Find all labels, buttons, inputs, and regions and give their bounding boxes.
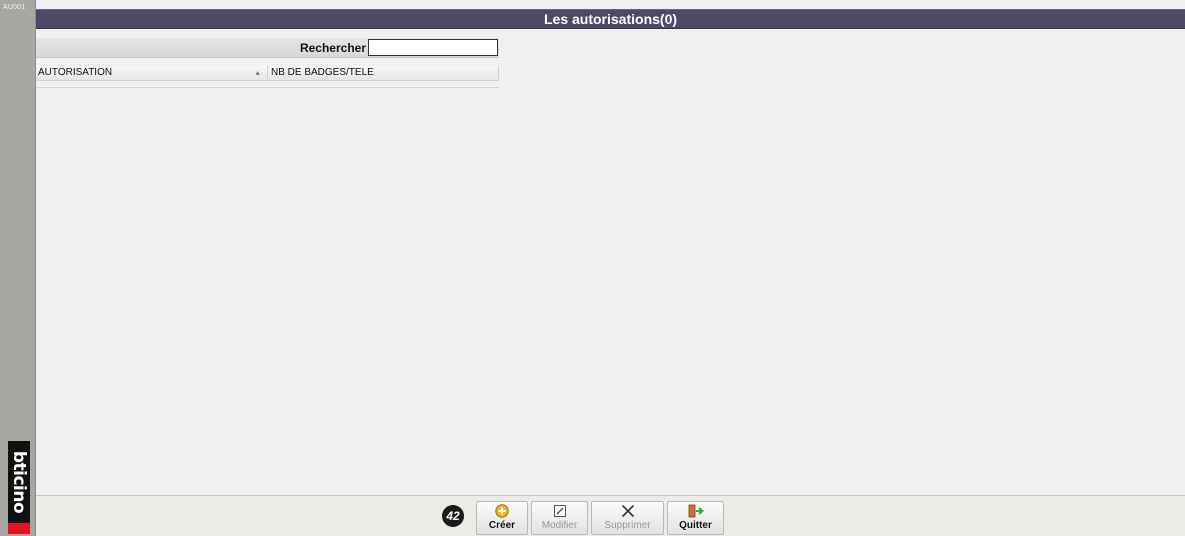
title-bar: Les autorisations(0) — [36, 9, 1185, 29]
modify-button[interactable]: Modifier — [531, 501, 588, 535]
column-header-label: AUTORISATION — [38, 67, 113, 78]
table-empty-body — [36, 87, 499, 88]
logo-red-block — [8, 523, 30, 534]
main-content: Rechercher AUTORISATION ▲ NB DE BADGES/T… — [36, 30, 1185, 495]
page-title: Les autorisations(0) — [543, 11, 678, 27]
exit-door-icon — [688, 504, 704, 518]
plus-circle-icon — [494, 504, 510, 518]
delete-x-icon — [620, 504, 636, 518]
left-side-strip: AU001 bticino — [0, 0, 36, 536]
create-button[interactable]: Créer — [476, 501, 528, 535]
table-header: AUTORISATION ▲ NB DE BADGES/TELE — [36, 66, 499, 81]
modify-button-label: Modifier — [541, 520, 578, 531]
search-label: Rechercher — [299, 41, 366, 55]
edit-icon — [552, 504, 568, 518]
delete-button[interactable]: Supprimer — [591, 501, 664, 535]
column-header-label: NB DE BADGES/TELE — [271, 67, 374, 78]
screen-code: AU001 — [3, 4, 26, 11]
quit-button[interactable]: Quitter — [667, 501, 724, 535]
bticino-logo: bticino — [8, 441, 30, 534]
application-window: AU001 bticino Les autorisations(0) Reche… — [0, 0, 1185, 536]
sort-ascending-icon: ▲ — [254, 70, 261, 77]
search-input[interactable] — [368, 39, 498, 56]
logo-text: bticino — [9, 450, 29, 514]
create-button-label: Créer — [488, 520, 516, 531]
quit-button-label: Quitter — [679, 520, 712, 531]
step-number-badge: 42 — [442, 505, 464, 527]
search-bar: Rechercher — [36, 38, 499, 58]
column-header-nb-badges[interactable]: NB DE BADGES/TELE — [268, 66, 499, 81]
delete-button-label: Supprimer — [604, 520, 651, 531]
bottom-toolbar: 42 Créer Modifier Supprimer Quitter — [36, 495, 1185, 536]
column-header-autorisation[interactable]: AUTORISATION ▲ — [36, 66, 268, 81]
